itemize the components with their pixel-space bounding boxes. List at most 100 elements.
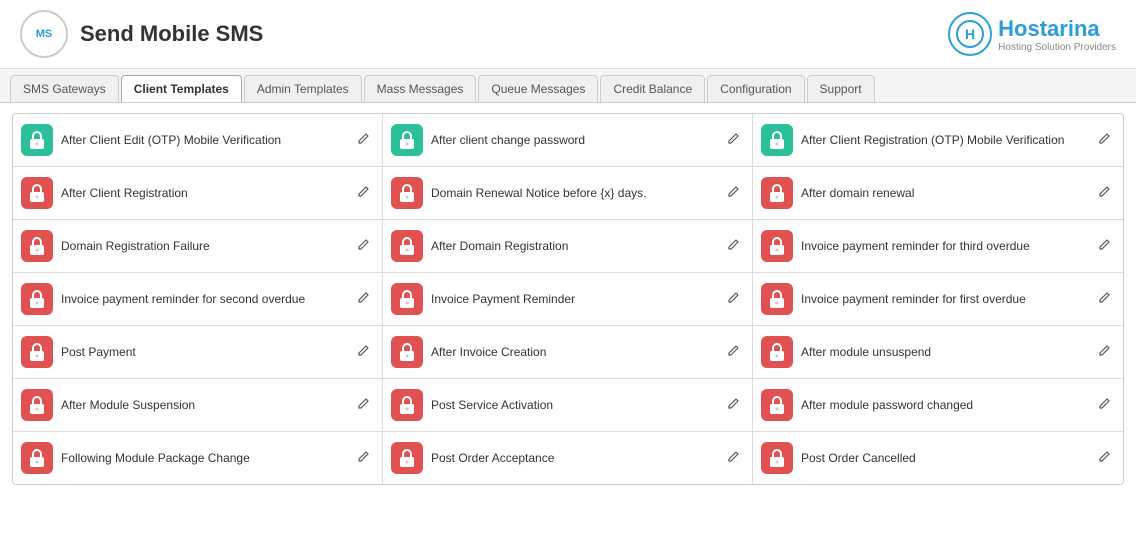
template-label: After Client Registration: [61, 185, 345, 202]
template-cell: Invoice payment reminder for third overd…: [753, 220, 1123, 273]
app-logo: MS: [20, 10, 68, 58]
template-label: Invoice payment reminder for first overd…: [801, 291, 1086, 308]
lock-icon: [391, 124, 423, 156]
template-label: After Client Registration (OTP) Mobile V…: [801, 132, 1086, 149]
template-label: After Domain Registration: [431, 238, 715, 255]
edit-template-button[interactable]: [1094, 183, 1115, 203]
templates-grid: After Client Edit (OTP) Mobile Verificat…: [12, 113, 1124, 485]
template-cell: Domain Renewal Notice before {x} days.: [383, 167, 753, 220]
template-cell: After Module Suspension: [13, 379, 383, 432]
edit-template-button[interactable]: [353, 395, 374, 415]
template-cell: After Domain Registration: [383, 220, 753, 273]
lock-icon: [21, 442, 53, 474]
tab-admin-templates[interactable]: Admin Templates: [244, 75, 362, 102]
template-cell: Invoice Payment Reminder: [383, 273, 753, 326]
header-left: MS Send Mobile SMS: [20, 10, 263, 58]
lock-icon: [761, 177, 793, 209]
lock-icon: [761, 336, 793, 368]
template-cell: After domain renewal: [753, 167, 1123, 220]
template-cell: Domain Registration Failure: [13, 220, 383, 273]
edit-template-button[interactable]: [1094, 236, 1115, 256]
template-label: Post Order Cancelled: [801, 450, 1086, 467]
template-cell: After client change password: [383, 114, 753, 167]
edit-template-button[interactable]: [1094, 342, 1115, 362]
edit-template-button[interactable]: [723, 342, 744, 362]
template-label: After Client Edit (OTP) Mobile Verificat…: [61, 132, 345, 149]
lock-icon: [391, 442, 423, 474]
edit-template-button[interactable]: [723, 395, 744, 415]
template-cell: After Client Edit (OTP) Mobile Verificat…: [13, 114, 383, 167]
page-title: Send Mobile SMS: [80, 21, 263, 47]
template-label: Invoice payment reminder for second over…: [61, 291, 345, 308]
svg-text:H: H: [965, 26, 975, 42]
lock-icon: [761, 230, 793, 262]
edit-template-button[interactable]: [723, 448, 744, 468]
tab-credit-balance[interactable]: Credit Balance: [600, 75, 705, 102]
edit-template-button[interactable]: [723, 183, 744, 203]
edit-template-button[interactable]: [353, 183, 374, 203]
template-label: Post Payment: [61, 344, 345, 361]
lock-icon: [391, 283, 423, 315]
template-label: After Module Suspension: [61, 397, 345, 414]
template-label: Domain Registration Failure: [61, 238, 345, 255]
header: MS Send Mobile SMS H Hostarina Hosting S…: [0, 0, 1136, 69]
lock-icon: [761, 283, 793, 315]
lock-icon: [761, 442, 793, 474]
edit-template-button[interactable]: [353, 236, 374, 256]
template-label: After domain renewal: [801, 185, 1086, 202]
template-cell: Post Order Acceptance: [383, 432, 753, 484]
edit-template-button[interactable]: [353, 342, 374, 362]
lock-icon: [391, 389, 423, 421]
template-cell: Following Module Package Change: [13, 432, 383, 484]
template-cell: Post Payment: [13, 326, 383, 379]
lock-icon: [21, 230, 53, 262]
edit-template-button[interactable]: [1094, 395, 1115, 415]
tabs-bar: SMS GatewaysClient TemplatesAdmin Templa…: [0, 69, 1136, 103]
edit-template-button[interactable]: [723, 289, 744, 309]
template-label: Domain Renewal Notice before {x} days.: [431, 185, 715, 202]
template-cell: Post Order Cancelled: [753, 432, 1123, 484]
template-label: Post Order Acceptance: [431, 450, 715, 467]
template-cell: Invoice payment reminder for second over…: [13, 273, 383, 326]
brand-name: Hostarina: [998, 16, 1116, 42]
edit-template-button[interactable]: [353, 448, 374, 468]
template-label: Following Module Package Change: [61, 450, 345, 467]
tab-mass-messages[interactable]: Mass Messages: [364, 75, 477, 102]
template-label: Invoice Payment Reminder: [431, 291, 715, 308]
lock-icon: [761, 389, 793, 421]
tab-sms-gateways[interactable]: SMS Gateways: [10, 75, 119, 102]
edit-template-button[interactable]: [1094, 130, 1115, 150]
template-cell: After Client Registration (OTP) Mobile V…: [753, 114, 1123, 167]
tab-client-templates[interactable]: Client Templates: [121, 75, 242, 102]
template-label: After client change password: [431, 132, 715, 149]
brand-logo: H Hostarina Hosting Solution Providers: [948, 12, 1116, 56]
tab-queue-messages[interactable]: Queue Messages: [478, 75, 598, 102]
edit-template-button[interactable]: [723, 130, 744, 150]
lock-icon: [391, 230, 423, 262]
lock-icon: [761, 124, 793, 156]
brand-sub: Hosting Solution Providers: [998, 42, 1116, 53]
edit-template-button[interactable]: [1094, 289, 1115, 309]
lock-icon: [391, 177, 423, 209]
lock-icon: [21, 389, 53, 421]
template-label: Post Service Activation: [431, 397, 715, 414]
template-cell: Invoice payment reminder for first overd…: [753, 273, 1123, 326]
lock-icon: [21, 283, 53, 315]
lock-icon: [21, 336, 53, 368]
template-cell: After module password changed: [753, 379, 1123, 432]
brand-text: Hostarina Hosting Solution Providers: [998, 16, 1116, 53]
template-label: Invoice payment reminder for third overd…: [801, 238, 1086, 255]
template-label: After module unsuspend: [801, 344, 1086, 361]
template-cell: After module unsuspend: [753, 326, 1123, 379]
brand-icon: H: [948, 12, 992, 56]
edit-template-button[interactable]: [723, 236, 744, 256]
lock-icon: [21, 124, 53, 156]
edit-template-button[interactable]: [353, 130, 374, 150]
tab-configuration[interactable]: Configuration: [707, 75, 804, 102]
template-cell: Post Service Activation: [383, 379, 753, 432]
edit-template-button[interactable]: [353, 289, 374, 309]
tab-support[interactable]: Support: [807, 75, 875, 102]
lock-icon: [21, 177, 53, 209]
lock-icon: [391, 336, 423, 368]
edit-template-button[interactable]: [1094, 448, 1115, 468]
